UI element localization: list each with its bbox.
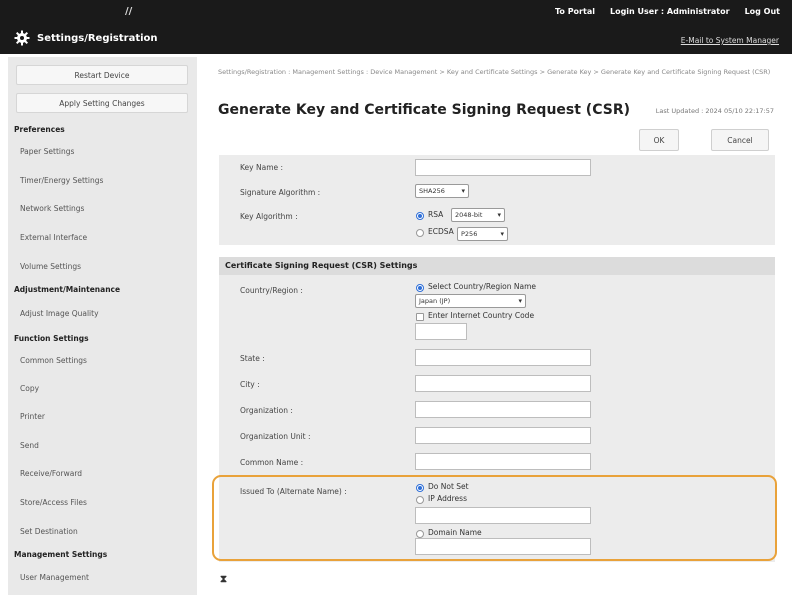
- top-bar: // To Portal Login User : Administrator …: [0, 0, 792, 54]
- logout-link[interactable]: Log Out: [745, 7, 780, 16]
- breadcrumb: Settings/Registration : Management Setti…: [218, 68, 771, 76]
- country-select[interactable]: Japan (JP) ▾: [415, 294, 526, 308]
- ecdsa-label: ECDSA: [428, 227, 454, 236]
- restart-device-button[interactable]: Restart Device: [16, 65, 188, 85]
- sidebar: Restart Device Apply Setting Changes Pre…: [8, 57, 197, 595]
- ok-button[interactable]: OK: [639, 129, 679, 151]
- chevron-down-icon: ▾: [497, 211, 501, 219]
- organization-unit-label: Organization Unit :: [240, 432, 311, 441]
- ecdsa-radio[interactable]: [416, 229, 424, 237]
- key-name-input[interactable]: [415, 159, 591, 176]
- app-title: Settings/Registration: [14, 30, 158, 46]
- common-name-label: Common Name :: [240, 458, 304, 467]
- sidebar-item-copy[interactable]: Copy: [20, 384, 39, 393]
- csr-settings-heading: Certificate Signing Request (CSR) Settin…: [219, 257, 775, 275]
- chevron-down-icon: ▾: [500, 230, 504, 238]
- select-country-radio[interactable]: [416, 284, 424, 292]
- sidebar-item-external-interface[interactable]: External Interface: [20, 233, 87, 242]
- issued-to-label: Issued To (Alternate Name) :: [240, 487, 347, 496]
- rsa-label: RSA: [428, 210, 444, 219]
- sidebar-item-printer[interactable]: Printer: [20, 412, 45, 421]
- chevron-down-icon: ▾: [461, 187, 465, 195]
- sidebar-item-set-destination[interactable]: Set Destination: [20, 527, 78, 536]
- state-label: State :: [240, 354, 265, 363]
- ip-address-radio[interactable]: [416, 496, 424, 504]
- chevron-down-icon: ▾: [518, 297, 522, 305]
- country-code-input[interactable]: [415, 323, 467, 340]
- to-portal-link[interactable]: To Portal: [555, 7, 595, 16]
- sidebar-category-management: Management Settings: [14, 550, 108, 559]
- sidebar-item-paper-settings[interactable]: Paper Settings: [20, 147, 74, 156]
- header-slashes: //: [125, 6, 133, 17]
- sidebar-item-store-access-files[interactable]: Store/Access Files: [20, 498, 87, 507]
- ecdsa-curve-select[interactable]: P256 ▾: [457, 227, 508, 241]
- country-region-label: Country/Region :: [240, 286, 303, 295]
- page-app-title: Settings/Registration: [37, 32, 158, 44]
- sidebar-category-function: Function Settings: [14, 334, 89, 343]
- ip-address-label: IP Address: [428, 494, 467, 503]
- domain-name-radio[interactable]: [416, 530, 424, 538]
- login-user-label: Login User : Administrator: [609, 7, 730, 16]
- domain-name-input[interactable]: [415, 538, 591, 555]
- sidebar-item-volume[interactable]: Volume Settings: [20, 262, 81, 271]
- enter-country-code-label: Enter Internet Country Code: [428, 311, 535, 320]
- sidebar-item-adjust-image-quality[interactable]: Adjust Image Quality: [20, 309, 99, 318]
- login-user-name: Administrator: [666, 7, 730, 16]
- apply-settings-button[interactable]: Apply Setting Changes: [16, 93, 188, 113]
- sort-icon[interactable]: ⧗: [220, 574, 227, 585]
- key-name-label: Key Name :: [240, 163, 284, 172]
- gear-icon: [14, 30, 30, 46]
- rsa-radio[interactable]: [416, 212, 424, 220]
- cancel-button[interactable]: Cancel: [711, 129, 769, 151]
- do-not-set-label: Do Not Set: [428, 482, 469, 491]
- last-updated: Last Updated : 2024 05/10 22:17:57: [655, 107, 774, 115]
- page-title: Generate Key and Certificate Signing Req…: [218, 102, 631, 118]
- enter-country-code-checkbox[interactable]: [416, 313, 424, 321]
- select-country-label: Select Country/Region Name: [428, 282, 537, 291]
- header-links: To Portal Login User : Administrator Log…: [555, 7, 780, 16]
- city-input[interactable]: [415, 375, 591, 392]
- sidebar-item-receive-forward[interactable]: Receive/Forward: [20, 469, 82, 478]
- organization-label: Organization :: [240, 406, 293, 415]
- email-system-manager-link[interactable]: E-Mail to System Manager: [681, 36, 779, 45]
- common-name-input[interactable]: [415, 453, 591, 470]
- domain-name-label: Domain Name: [428, 528, 482, 537]
- signature-algorithm-select[interactable]: SHA256 ▾: [415, 184, 469, 198]
- rsa-key-length-select[interactable]: 2048-bit ▾: [451, 208, 505, 222]
- main-content: Settings/Registration : Management Setti…: [207, 57, 785, 595]
- signature-algorithm-label: Signature Algorithm :: [240, 188, 321, 197]
- sidebar-category-preferences: Preferences: [14, 125, 65, 134]
- key-algorithm-label: Key Algorithm :: [240, 212, 298, 221]
- sidebar-item-timer-energy[interactable]: Timer/Energy Settings: [20, 176, 103, 185]
- ip-address-input[interactable]: [415, 507, 591, 524]
- sidebar-category-adjustment: Adjustment/Maintenance: [14, 285, 121, 294]
- sidebar-item-send[interactable]: Send: [20, 441, 39, 450]
- organization-unit-input[interactable]: [415, 427, 591, 444]
- city-label: City :: [240, 380, 260, 389]
- sidebar-item-network[interactable]: Network Settings: [20, 204, 84, 213]
- sidebar-item-common-settings[interactable]: Common Settings: [20, 356, 87, 365]
- organization-input[interactable]: [415, 401, 591, 418]
- sidebar-item-user-management[interactable]: User Management: [20, 573, 89, 582]
- state-input[interactable]: [415, 349, 591, 366]
- do-not-set-radio[interactable]: [416, 484, 424, 492]
